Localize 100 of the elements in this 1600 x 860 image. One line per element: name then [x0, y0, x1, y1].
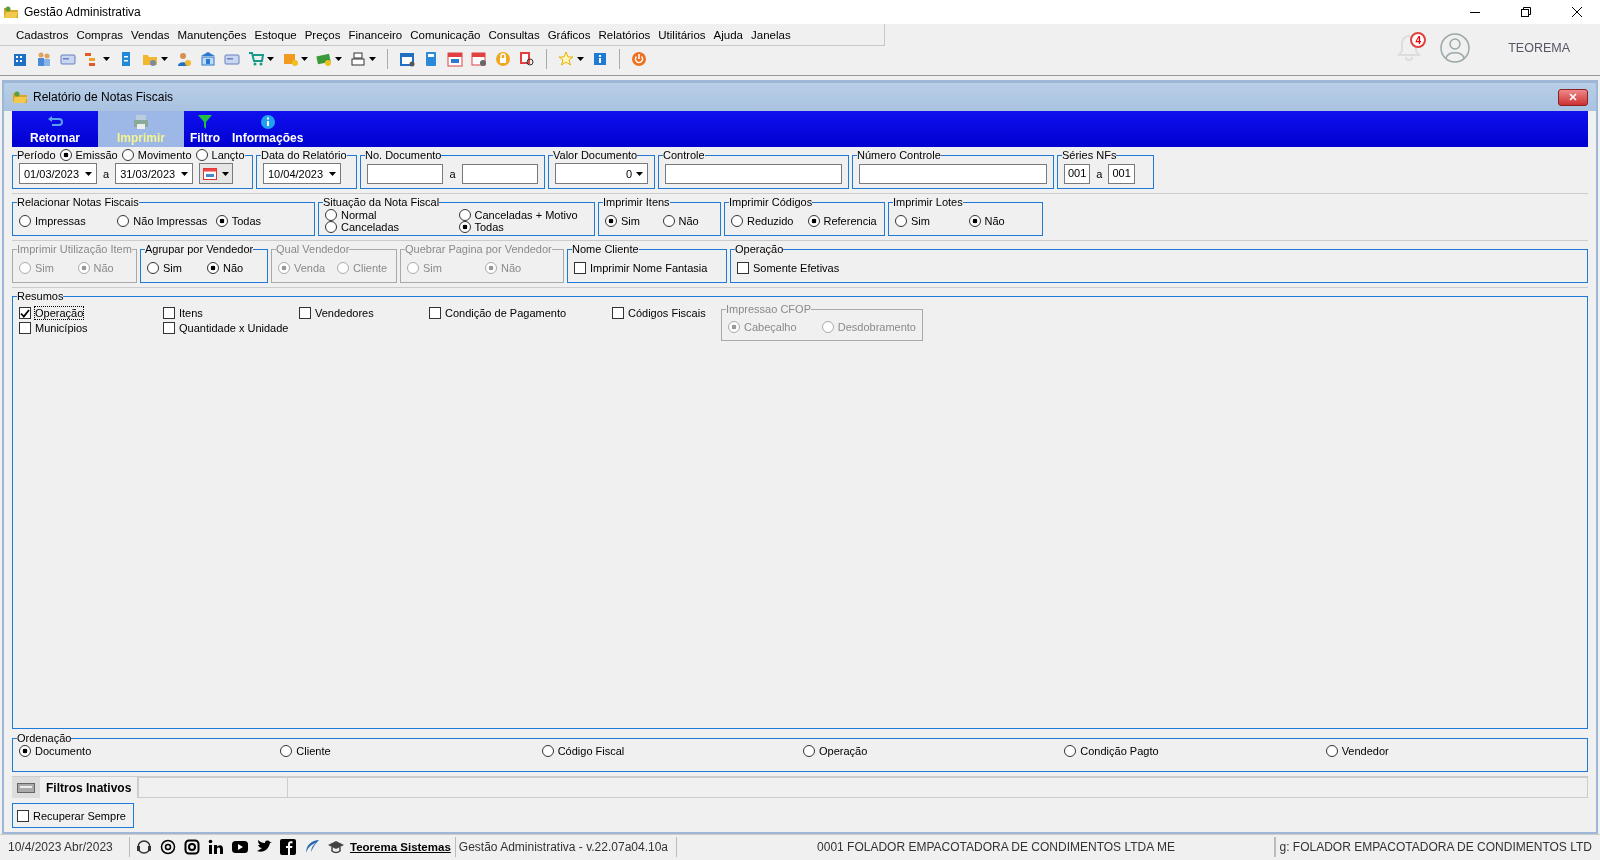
caret-icon[interactable]: [267, 57, 274, 61]
power-icon[interactable]: [631, 51, 647, 67]
radio-indicator[interactable]: [207, 261, 219, 274]
radio-indicator[interactable]: [215, 214, 228, 227]
menu-item[interactable]: Compras: [72, 28, 128, 41]
square-logo-icon[interactable]: [280, 839, 296, 855]
checkbox[interactable]: Somente Efetivas: [737, 261, 1581, 274]
radio-button[interactable]: Cliente: [280, 745, 536, 757]
radio-button[interactable]: Não: [968, 214, 1036, 227]
radio-indicator[interactable]: [117, 214, 130, 227]
radio-indicator[interactable]: [195, 149, 208, 161]
input-field[interactable]: [367, 163, 444, 184]
radio-button[interactable]: Documento: [19, 745, 275, 757]
radio-indicator[interactable]: [458, 209, 471, 221]
radio-button[interactable]: Operação: [803, 745, 1059, 757]
menu-item[interactable]: Gráficos: [543, 28, 595, 41]
checkbox[interactable]: Códigos Fiscais: [612, 307, 723, 319]
radio-indicator[interactable]: [1325, 745, 1338, 757]
menu-item[interactable]: Cadastros: [12, 28, 73, 41]
bank-icon[interactable]: [200, 51, 216, 67]
cash-register-icon[interactable]: [350, 51, 366, 67]
input-field[interactable]: 001: [1108, 163, 1135, 184]
dropdown-field[interactable]: 31/03/2023: [115, 163, 194, 184]
menu-item[interactable]: Utilitários: [654, 28, 710, 41]
bell-icon[interactable]: [1396, 32, 1423, 62]
dropdown-field[interactable]: 10/04/2023: [263, 163, 341, 184]
caret-icon[interactable]: [636, 171, 643, 176]
menu-item[interactable]: Estoque: [250, 28, 301, 41]
radio-indicator[interactable]: [458, 221, 471, 233]
graduation-cap-icon[interactable]: [328, 839, 344, 855]
toolbar-button[interactable]: Filtro: [184, 111, 226, 147]
radio-button[interactable]: Não: [662, 214, 714, 227]
menu-item[interactable]: Preços: [300, 28, 345, 41]
caret-icon[interactable]: [222, 171, 230, 176]
radio-button[interactable]: Reduzido: [731, 214, 802, 227]
radio-indicator[interactable]: [968, 214, 981, 227]
radio-indicator[interactable]: [662, 214, 675, 227]
play-icon[interactable]: [232, 839, 248, 855]
checkbox[interactable]: Quantidade x Unidade: [163, 322, 299, 334]
input-field[interactable]: [461, 163, 538, 184]
caret-icon[interactable]: [329, 171, 336, 176]
radio-indicator[interactable]: [807, 214, 820, 227]
radio-button[interactable]: Não: [207, 261, 261, 274]
radio-indicator[interactable]: [19, 745, 31, 757]
at-sign-icon[interactable]: [160, 839, 176, 855]
checkbox[interactable]: Vendedores: [299, 307, 429, 319]
menu-item[interactable]: Ajuda: [709, 28, 747, 41]
close-button[interactable]: [1558, 88, 1588, 106]
caret-icon[interactable]: [161, 57, 168, 61]
headset-icon[interactable]: [136, 839, 152, 855]
building-icon[interactable]: [12, 51, 28, 67]
caret-icon[interactable]: [301, 57, 308, 61]
radio-indicator[interactable]: [803, 745, 815, 757]
radio-indicator[interactable]: [1064, 745, 1077, 757]
radio-button[interactable]: Referencia: [807, 214, 878, 227]
keyboard-icon[interactable]: [17, 782, 35, 793]
input-field[interactable]: 001: [1064, 163, 1091, 184]
card-icon[interactable]: [60, 51, 76, 67]
caret-icon[interactable]: [577, 57, 584, 61]
dropdown-field[interactable]: 0: [555, 163, 648, 184]
radio-button[interactable]: Condição Pagto: [1064, 745, 1320, 757]
camera-icon[interactable]: [184, 839, 200, 855]
radio-button[interactable]: Canceladas: [325, 221, 455, 233]
menu-item[interactable]: Consultas: [484, 28, 544, 41]
radio-button[interactable]: Canceladas + Motivo: [458, 209, 588, 221]
info-icon[interactable]: [592, 51, 608, 67]
checkbox[interactable]: Imprimir Nome Fantasia: [574, 261, 720, 274]
input-field[interactable]: [859, 163, 1047, 184]
radio-indicator[interactable]: [731, 214, 743, 227]
caret-icon[interactable]: [369, 57, 376, 61]
calendar-icon[interactable]: [471, 51, 487, 67]
checkbox[interactable]: Operação: [19, 307, 163, 319]
caret-icon[interactable]: [103, 57, 110, 61]
radio-button[interactable]: Não Impressas: [117, 214, 210, 227]
toolbar-button[interactable]: Retornar: [12, 111, 98, 147]
star-icon[interactable]: [558, 51, 574, 67]
radio-button[interactable]: Emissão: [59, 149, 118, 161]
radio-button[interactable]: Sim: [147, 261, 201, 274]
radio-button[interactable]: Movimento: [121, 149, 192, 161]
table-search-icon[interactable]: [519, 51, 535, 67]
menu-item[interactable]: Financeiro: [344, 28, 407, 41]
menu-item[interactable]: Comunicação: [406, 28, 485, 41]
swoosh-icon[interactable]: [304, 839, 320, 855]
network-icon[interactable]: [208, 839, 224, 855]
caret-icon[interactable]: [85, 171, 92, 176]
radio-button[interactable]: Código Fiscal: [541, 745, 797, 757]
checkbox[interactable]: Itens: [163, 307, 299, 319]
menu-item[interactable]: Janelas: [747, 28, 795, 41]
checkbox[interactable]: Recuperar Sempre: [17, 809, 126, 822]
radio-indicator[interactable]: [19, 214, 31, 227]
radio-indicator[interactable]: [59, 149, 72, 161]
radio-indicator[interactable]: [541, 745, 554, 757]
input-field[interactable]: [665, 163, 842, 184]
menu-item[interactable]: Relatórios: [594, 28, 655, 41]
radio-button[interactable]: Lançto: [195, 149, 245, 161]
checkbox[interactable]: Condição de Pagamento: [429, 307, 612, 319]
person-icon[interactable]: [176, 51, 192, 67]
radio-button[interactable]: Vendedor: [1325, 745, 1581, 757]
radio-button[interactable]: Sim: [895, 214, 963, 227]
checkbox[interactable]: Municípios: [19, 322, 163, 334]
